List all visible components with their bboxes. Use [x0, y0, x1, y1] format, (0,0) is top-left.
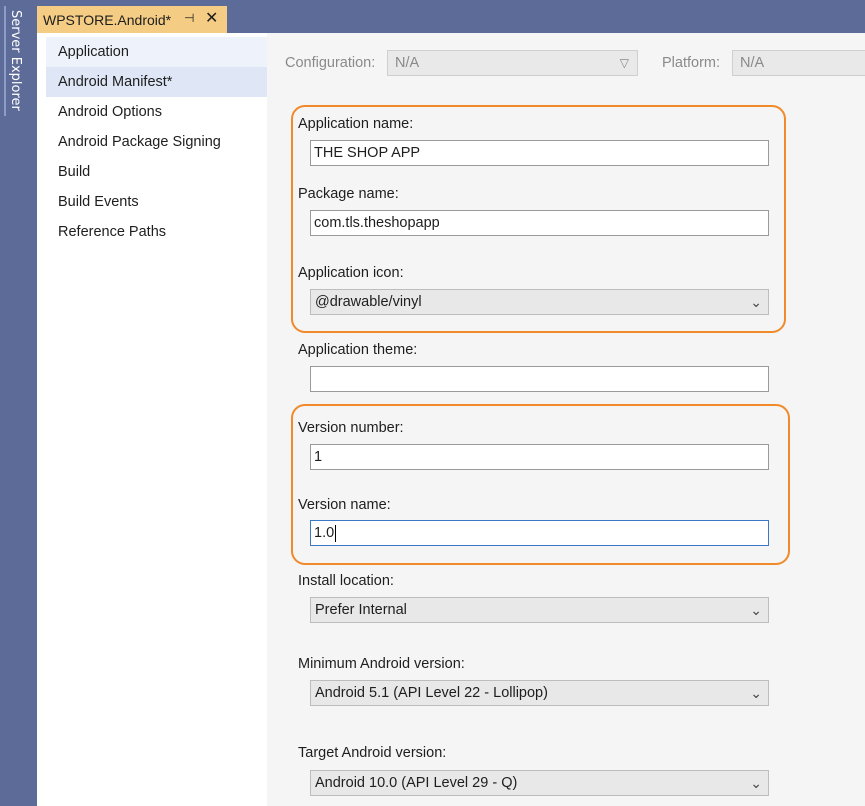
version-name-input[interactable]: 1.0: [310, 520, 769, 546]
configuration-label: Configuration:: [285, 55, 376, 71]
version-number-value: 1: [314, 449, 323, 465]
text-caret: [335, 524, 337, 542]
nav-item-application[interactable]: Application: [46, 37, 267, 67]
project-properties: Application Android Manifest* Android Op…: [37, 33, 865, 806]
document-tab-bar: WPSTORE.Android* ⊣ ✕: [37, 0, 865, 33]
version-name-value: 1.0: [314, 525, 335, 541]
close-icon[interactable]: ✕: [205, 8, 218, 27]
min-android-value: Android 5.1 (API Level 22 - Lollipop): [315, 685, 548, 701]
app-icon-value: @drawable/vinyl: [315, 294, 422, 310]
nav-item-android-manifest[interactable]: Android Manifest*: [46, 67, 275, 97]
nav-item-android-options[interactable]: Android Options: [46, 97, 267, 127]
chevron-down-icon: ⌄: [750, 602, 762, 618]
target-android-label: Target Android version:: [298, 745, 447, 761]
install-location-value: Prefer Internal: [315, 602, 407, 618]
server-explorer-label: Server Explorer: [8, 10, 23, 111]
version-number-input[interactable]: 1: [310, 444, 769, 470]
package-name-input[interactable]: com.tls.theshopapp: [310, 210, 769, 236]
nav-item-android-package-signing[interactable]: Android Package Signing: [46, 127, 267, 157]
install-location-select[interactable]: Prefer Internal ⌄: [310, 597, 769, 623]
chevron-down-icon: ⌄: [750, 685, 762, 701]
package-name-value: com.tls.theshopapp: [314, 215, 440, 231]
nav-item-build[interactable]: Build: [46, 157, 267, 187]
pin-icon[interactable]: ⊣: [184, 11, 194, 25]
install-location-label: Install location:: [298, 573, 394, 589]
chevron-down-icon: ⌄: [750, 294, 762, 310]
version-name-label: Version name:: [298, 497, 391, 513]
min-android-label: Minimum Android version:: [298, 656, 465, 672]
nav-item-reference-paths[interactable]: Reference Paths: [46, 217, 267, 247]
platform-select: N/A: [732, 50, 865, 76]
app-icon-select[interactable]: @drawable/vinyl ⌄: [310, 289, 769, 315]
chevron-down-icon: ⌄: [750, 775, 762, 791]
document-tab-wpstore-android[interactable]: WPSTORE.Android* ⊣ ✕: [37, 6, 227, 33]
app-name-input[interactable]: THE SHOP APP: [310, 140, 769, 166]
platform-value: N/A: [740, 55, 765, 71]
app-theme-input[interactable]: [310, 366, 769, 392]
platform-label: Platform:: [662, 55, 721, 71]
document-tab-title: WPSTORE.Android*: [43, 11, 172, 28]
chevron-down-icon: ▽: [619, 56, 629, 70]
package-name-label: Package name:: [298, 186, 399, 202]
properties-nav: Application Android Manifest* Android Op…: [37, 33, 275, 806]
app-theme-label: Application theme:: [298, 342, 418, 358]
app-icon-label: Application icon:: [298, 265, 404, 281]
manifest-panel: Configuration: N/A ▽ Platform: N/A Appli…: [267, 33, 865, 806]
target-android-value: Android 10.0 (API Level 29 - Q): [315, 775, 518, 791]
nav-item-build-events[interactable]: Build Events: [46, 187, 267, 217]
side-tool-strip: Server Explorer: [0, 0, 37, 806]
version-number-label: Version number:: [298, 420, 404, 436]
min-android-select[interactable]: Android 5.1 (API Level 22 - Lollipop) ⌄: [310, 680, 769, 706]
configuration-select: N/A ▽: [387, 50, 638, 76]
app-name-value: THE SHOP APP: [314, 145, 421, 161]
app-name-label: Application name:: [298, 116, 414, 132]
configuration-value: N/A: [395, 55, 420, 71]
server-explorer-tab[interactable]: Server Explorer: [4, 6, 26, 116]
target-android-select[interactable]: Android 10.0 (API Level 29 - Q) ⌄: [310, 770, 769, 796]
properties-nav-list: Application Android Manifest* Android Op…: [46, 37, 275, 247]
